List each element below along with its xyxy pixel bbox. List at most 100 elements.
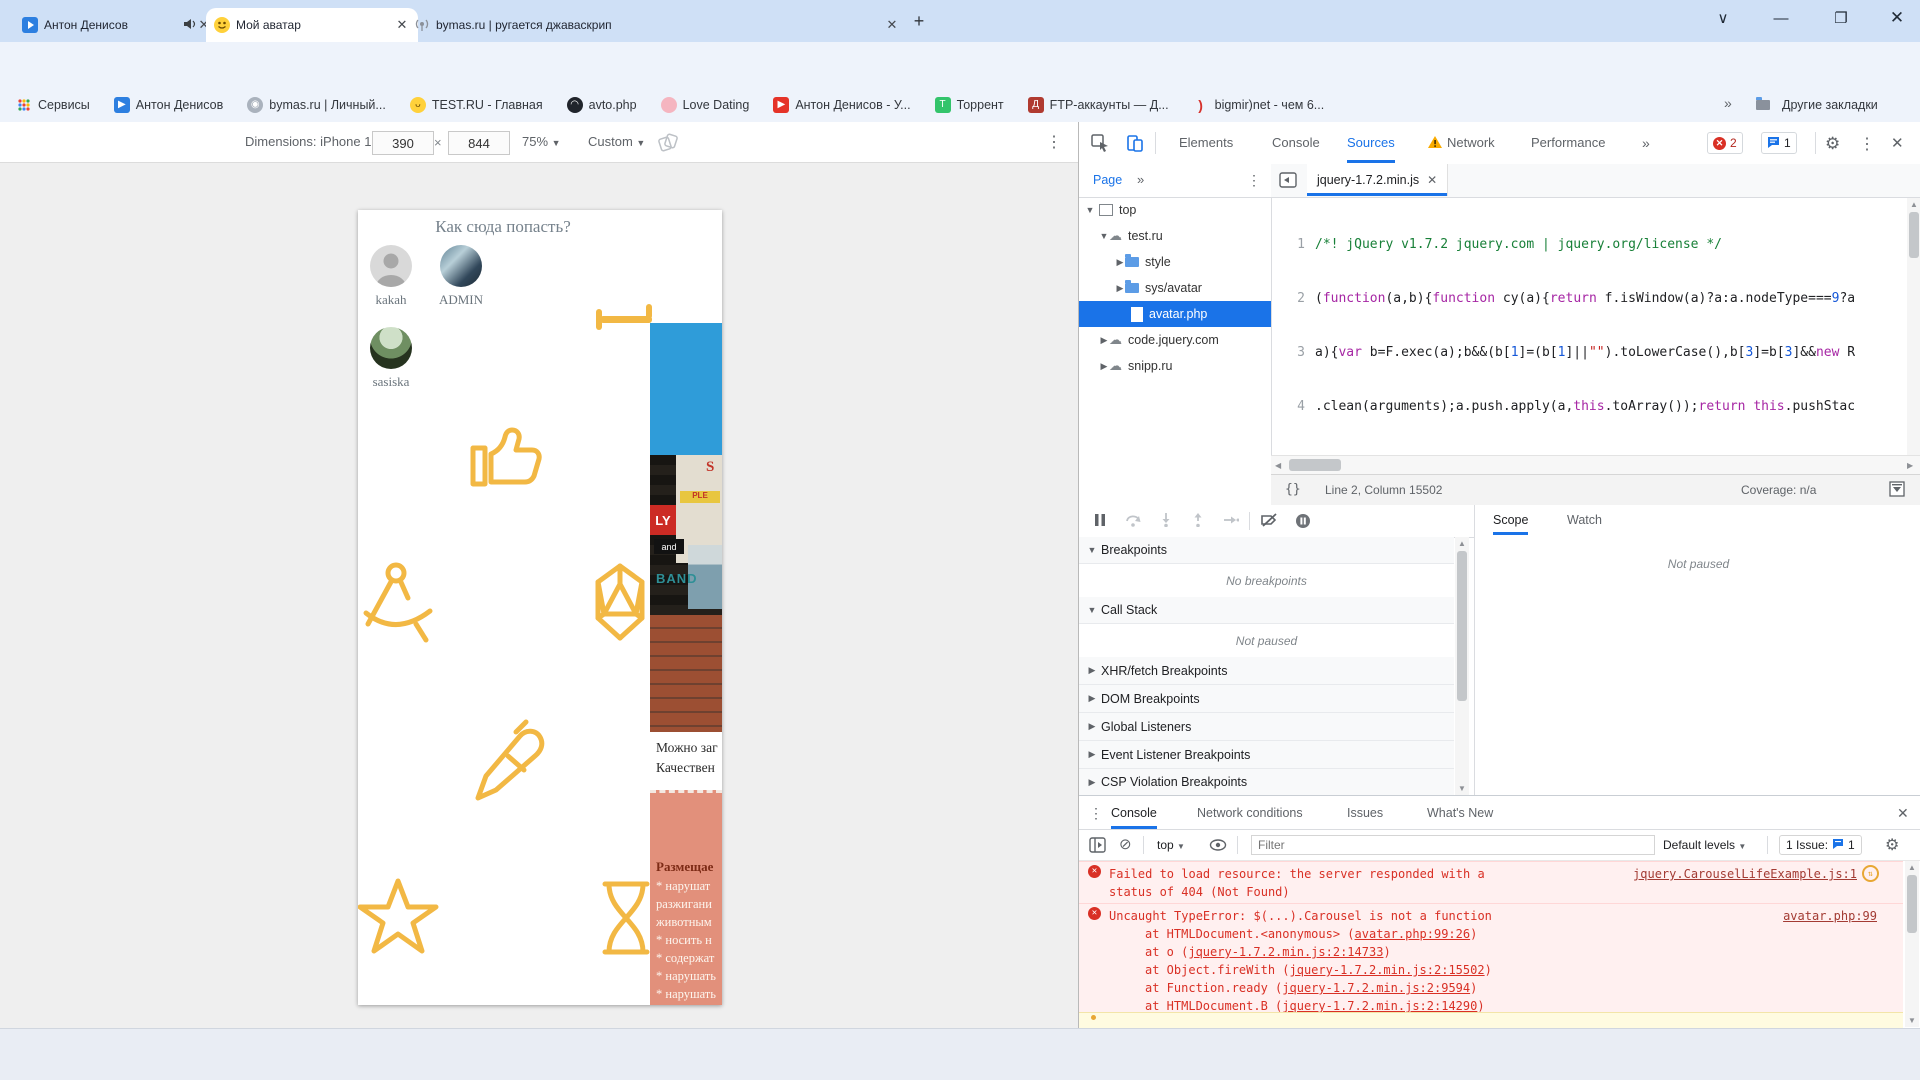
- device-zoom-select[interactable]: 75% ▼: [522, 134, 561, 149]
- stack-link[interactable]: jquery-1.7.2.min.js:2:9594: [1282, 981, 1470, 995]
- browser-tab-3[interactable]: bymas.ru | ругается джаваскрип ✕: [406, 8, 908, 42]
- device-toolbar-kebab-icon[interactable]: ⋮: [1046, 132, 1062, 152]
- step-over-icon[interactable]: [1125, 513, 1141, 532]
- tree-item-snipp[interactable]: ▶ ☁ snipp.ru: [1079, 353, 1271, 379]
- console-levels-select[interactable]: Default levels ▼: [1663, 838, 1746, 852]
- devtools-tab-network[interactable]: Network: [1447, 122, 1495, 163]
- avatar-label[interactable]: ADMIN: [431, 292, 491, 308]
- error-count-badge[interactable]: ✕ 2: [1707, 132, 1743, 154]
- tab-close-icon[interactable]: ✕: [884, 17, 900, 33]
- tree-item-style[interactable]: ▶ style: [1079, 249, 1271, 275]
- browser-tab-1[interactable]: Антон Денисов ✕: [14, 8, 220, 42]
- clear-console-icon[interactable]: ⊘: [1119, 835, 1132, 853]
- new-tab-button[interactable]: +: [906, 11, 932, 37]
- devtools-close-icon[interactable]: ✕: [1891, 134, 1904, 152]
- live-expression-eye-icon[interactable]: [1209, 837, 1227, 858]
- section-global-listeners[interactable]: ▶Global Listeners: [1079, 713, 1454, 741]
- step-out-icon[interactable]: [1191, 513, 1205, 532]
- bookmark-item[interactable]: ▶ Антон Денисов: [114, 97, 223, 113]
- expander-right-icon[interactable]: ▶: [1087, 749, 1097, 760]
- tree-item-avatar-php-selected[interactable]: avatar.php: [1079, 301, 1271, 327]
- console-context-select[interactable]: top ▼: [1157, 838, 1185, 852]
- issue-count-badge[interactable]: 1: [1761, 132, 1797, 154]
- window-minimize-button[interactable]: —: [1758, 0, 1804, 36]
- avatar-label[interactable]: sasiska: [361, 374, 421, 390]
- bookmark-item[interactable]: Love Dating: [661, 97, 750, 113]
- expander-down-icon[interactable]: ▼: [1085, 205, 1095, 215]
- expander-right-icon[interactable]: ▶: [1099, 335, 1109, 346]
- navigator-kebab-icon[interactable]: ⋮: [1247, 172, 1261, 189]
- stack-link[interactable]: jquery-1.7.2.min.js:2:14733: [1188, 945, 1383, 959]
- expander-right-icon[interactable]: ▶: [1115, 283, 1125, 294]
- pause-on-exceptions-icon[interactable]: [1295, 513, 1311, 534]
- window-menu-icon[interactable]: ∨: [1700, 0, 1746, 36]
- drawer-tab-console[interactable]: Console: [1111, 796, 1157, 829]
- console-error-404[interactable]: ✕ Failed to load resource: the server re…: [1079, 861, 1903, 905]
- expander-right-icon[interactable]: ▶: [1087, 721, 1097, 732]
- editor-tab-jquery[interactable]: jquery-1.7.2.min.js ✕: [1307, 164, 1448, 196]
- bookmark-item[interactable]: ) bigmir)net - чем 6...: [1193, 97, 1325, 113]
- drawer-tab-whats-new[interactable]: What's New: [1427, 796, 1493, 829]
- expander-right-icon[interactable]: ▶: [1099, 361, 1109, 372]
- avatar-label[interactable]: kakah: [361, 292, 421, 308]
- section-call-stack[interactable]: ▼Call Stack Not paused: [1079, 597, 1454, 659]
- editor-horizontal-scrollbar[interactable]: ◀ ▶: [1271, 455, 1920, 475]
- deactivate-breakpoints-icon[interactable]: [1261, 513, 1278, 532]
- avatar-admin[interactable]: [440, 245, 482, 287]
- expander-down-icon[interactable]: ▼: [1087, 605, 1097, 615]
- section-xhr-breakpoints[interactable]: ▶XHR/fetch Breakpoints: [1079, 657, 1454, 685]
- bookmark-item[interactable]: ◠ avto.php: [567, 97, 637, 113]
- navigator-tab-page[interactable]: Page: [1093, 173, 1122, 194]
- drawer-kebab-icon[interactable]: ⋮: [1089, 805, 1103, 822]
- tab-scope[interactable]: Scope: [1493, 505, 1528, 535]
- console-settings-gear-icon[interactable]: ⚙: [1885, 835, 1899, 855]
- expander-right-icon[interactable]: ▶: [1087, 665, 1097, 676]
- section-breakpoints[interactable]: ▼Breakpoints No breakpoints: [1079, 537, 1454, 599]
- bookmark-item[interactable]: Д FTP-аккаунты — Д...: [1028, 97, 1169, 113]
- pause-script-icon[interactable]: [1093, 513, 1107, 532]
- editor-tab-close-icon[interactable]: ✕: [1427, 173, 1437, 187]
- section-event-listener-breakpoints[interactable]: ▶Event Listener Breakpoints: [1079, 741, 1454, 769]
- window-close-button[interactable]: ✕: [1874, 0, 1920, 36]
- step-into-icon[interactable]: [1159, 513, 1173, 532]
- browser-tab-2-active[interactable]: Мой аватар ✕: [206, 8, 418, 42]
- tree-item-testru[interactable]: ▼ ☁ test.ru: [1079, 223, 1271, 249]
- other-bookmarks-button[interactable]: Другие закладки: [1756, 88, 1878, 121]
- bookmark-item[interactable]: ᴗ TEST.RU - Главная: [410, 97, 543, 113]
- adblocker-badge-icon[interactable]: ⇅: [1862, 865, 1879, 882]
- step-icon[interactable]: [1223, 513, 1239, 532]
- sidebar-scrollbar[interactable]: ▲ ▼: [1455, 537, 1469, 795]
- devtools-tab-elements[interactable]: Elements: [1179, 122, 1233, 163]
- drawer-tab-network-conditions[interactable]: Network conditions: [1197, 796, 1303, 829]
- error-source-link[interactable]: jquery.CarouselLifeExample.js:1: [1633, 865, 1857, 883]
- console-issues-button[interactable]: 1 Issue: 1: [1779, 835, 1862, 855]
- drawer-close-icon[interactable]: ✕: [1897, 805, 1909, 822]
- expander-right-icon[interactable]: ▶: [1087, 777, 1097, 788]
- section-csp-violation-breakpoints[interactable]: ▶CSP Violation Breakpoints: [1079, 769, 1454, 796]
- device-height-input[interactable]: [448, 131, 510, 155]
- devtools-tab-performance[interactable]: Performance: [1531, 122, 1605, 163]
- code-editor[interactable]: 1/*! jQuery v1.7.2 jquery.com | jquery.o…: [1271, 200, 1907, 455]
- console-scrollbar[interactable]: ▲ ▼: [1905, 861, 1919, 1027]
- avatar-kakah[interactable]: [370, 245, 412, 287]
- tab-watch[interactable]: Watch: [1567, 505, 1602, 535]
- device-throttle-select[interactable]: Custom ▼: [588, 134, 645, 149]
- bookmark-item[interactable]: ▶ Антон Денисов - У...: [773, 97, 910, 113]
- editor-vertical-scrollbar[interactable]: ▲: [1907, 198, 1920, 455]
- navigator-more-tabs-icon[interactable]: »: [1137, 172, 1144, 187]
- stack-link[interactable]: jquery-1.7.2.min.js:2:14290: [1282, 999, 1477, 1013]
- drawer-tab-issues[interactable]: Issues: [1347, 796, 1383, 829]
- expander-down-icon[interactable]: ▼: [1087, 545, 1097, 555]
- expander-right-icon[interactable]: ▶: [1115, 257, 1125, 268]
- tree-item-code-jquery[interactable]: ▶ ☁ code.jquery.com: [1079, 327, 1271, 353]
- console-error-typeerror[interactable]: ✕ Uncaught TypeError: $(...).Carousel is…: [1079, 903, 1903, 1014]
- tab-audio-icon[interactable]: [183, 18, 196, 33]
- window-maximize-button[interactable]: ❐: [1818, 0, 1864, 36]
- stack-link[interactable]: jquery-1.7.2.min.js:2:15502: [1290, 963, 1485, 977]
- tree-item-sys-avatar[interactable]: ▶ sys/avatar: [1079, 275, 1271, 301]
- device-width-input[interactable]: [372, 131, 434, 155]
- devtools-kebab-icon[interactable]: ⋮: [1859, 134, 1875, 154]
- hide-navigator-icon[interactable]: [1279, 171, 1297, 194]
- console-sidebar-toggle-icon[interactable]: [1089, 837, 1106, 858]
- bookmark-item[interactable]: ◉ bymas.ru | Личный...: [247, 97, 386, 113]
